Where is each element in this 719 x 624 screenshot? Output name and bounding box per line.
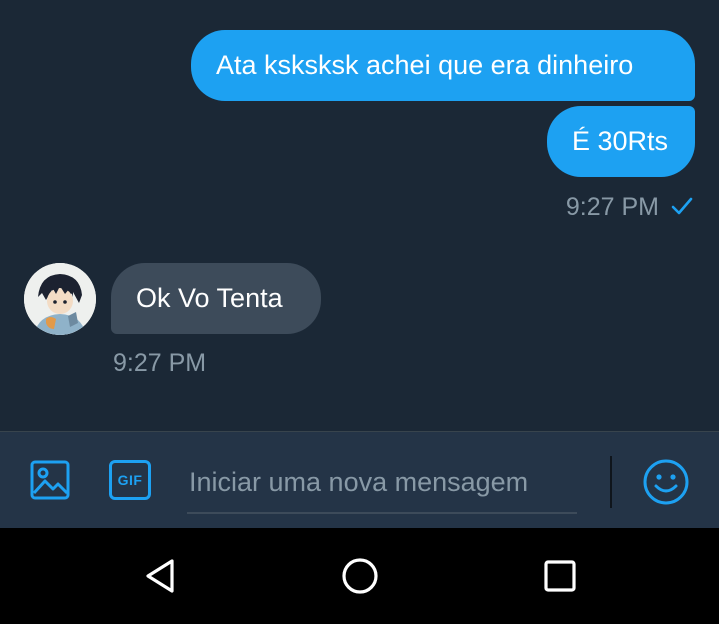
sent-timestamp: 9:27 PM: [565, 193, 659, 221]
emoji-button[interactable]: [641, 457, 691, 507]
recent-apps-button[interactable]: [540, 556, 580, 596]
conversation-area: Ata ksksksk achei que era dinheiro É 30R…: [0, 0, 719, 431]
checkmark-icon: [671, 197, 693, 215]
android-navigation-bar: [0, 528, 719, 624]
received-timestamp: 9:27 PM: [113, 349, 207, 377]
avatar-illustration: [24, 263, 96, 335]
back-button[interactable]: [140, 556, 180, 596]
triangle-back-icon: [146, 559, 174, 593]
circle-home-icon: [342, 558, 378, 594]
sent-message-bubble[interactable]: Ata ksksksk achei que era dinheiro: [191, 30, 695, 101]
contact-avatar[interactable]: [24, 263, 96, 335]
received-message-bubble[interactable]: Ok Vo Tenta: [111, 263, 321, 334]
gif-icon: GIF: [109, 460, 151, 500]
image-icon: [30, 460, 70, 500]
square-recent-apps-icon: [544, 560, 576, 592]
message-text: É 30Rts: [572, 126, 669, 156]
gif-label: GIF: [117, 472, 143, 488]
message-input[interactable]: [187, 452, 577, 514]
composer-divider: [610, 456, 612, 508]
emoji-icon: [643, 459, 689, 505]
message-composer: GIF: [0, 431, 719, 528]
sent-message-bubble[interactable]: É 30Rts: [547, 106, 695, 177]
message-text: Ok Vo Tenta: [136, 283, 283, 313]
add-media-button[interactable]: [28, 458, 72, 502]
home-button[interactable]: [340, 556, 380, 596]
message-text: Ata ksksksk achei que era dinheiro: [216, 50, 634, 80]
gif-button[interactable]: GIF: [107, 458, 153, 502]
